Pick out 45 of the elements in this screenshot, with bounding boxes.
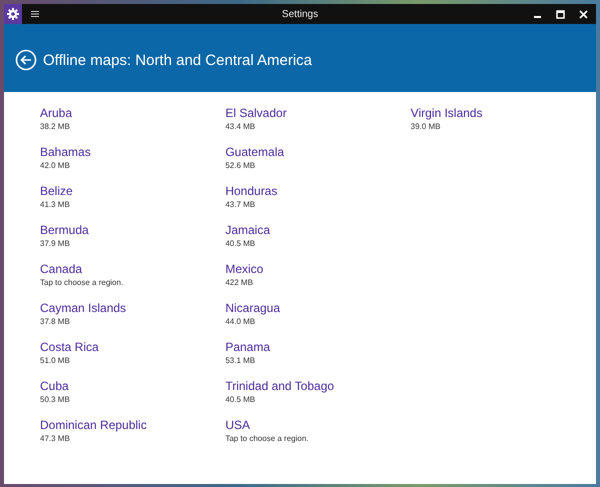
region-link[interactable]: El Salvador	[225, 106, 287, 121]
region-link[interactable]: Trinidad and Tobago	[225, 379, 334, 394]
region-link[interactable]: Belize	[40, 184, 73, 199]
region-link[interactable]: Dominican Republic	[40, 418, 147, 433]
region-link[interactable]: Jamaica	[225, 223, 270, 238]
region-link[interactable]: Cayman Islands	[40, 301, 126, 316]
window-title: Settings	[282, 8, 318, 20]
region-detail: 51.0 MB	[40, 355, 70, 366]
region-detail: 50.3 MB	[40, 394, 70, 405]
region-link[interactable]: Virgin Islands	[410, 106, 482, 121]
region-detail: 41.3 MB	[40, 199, 70, 210]
menu-icon[interactable]	[31, 11, 39, 17]
region-detail: 37.8 MB	[40, 316, 70, 327]
region-detail: 39.0 MB	[410, 121, 440, 132]
page-title: Offline maps: North and Central America	[43, 52, 312, 68]
region-link[interactable]: Guatemala	[225, 145, 284, 160]
region-detail: 44.0 MB	[225, 316, 256, 327]
region-detail: 47.3 MB	[40, 433, 70, 444]
region-link[interactable]: Nicaragua	[225, 301, 280, 316]
region-detail: 42.0 MB	[40, 160, 70, 171]
region-link[interactable]: Aruba	[40, 106, 72, 121]
region-link[interactable]: Costa Rica	[40, 340, 99, 355]
region-detail: 38.2 MB	[40, 121, 70, 132]
region-link[interactable]: Panama	[225, 340, 270, 355]
region-link[interactable]: Canada	[40, 262, 82, 277]
region-link[interactable]: Bahamas	[40, 145, 91, 160]
region-detail: 40.5 MB	[225, 238, 256, 249]
close-icon[interactable]	[579, 10, 588, 18]
region-detail: 52.6 MB	[225, 160, 256, 171]
region-detail: 40.5 MB	[225, 394, 256, 405]
region-detail: Tap to choose a region.	[40, 277, 124, 288]
region-detail: Tap to choose a region.	[225, 433, 308, 444]
region-detail: 43.7 MB	[225, 199, 256, 210]
region-link[interactable]: USA	[225, 418, 250, 433]
back-icon[interactable]	[15, 49, 37, 71]
region-detail: 53.1 MB	[225, 355, 256, 366]
region-link[interactable]: Honduras	[225, 184, 278, 199]
region-link[interactable]: Mexico	[225, 262, 264, 277]
region-detail: 37.9 MB	[40, 238, 70, 249]
region-detail: 43.4 MB	[225, 121, 256, 132]
region-detail: 422 MB	[225, 277, 253, 288]
maximize-icon[interactable]	[556, 10, 565, 18]
region-link[interactable]: Bermuda	[40, 223, 89, 238]
region-link[interactable]: Cuba	[40, 379, 69, 394]
gear-icon[interactable]	[4, 4, 22, 24]
